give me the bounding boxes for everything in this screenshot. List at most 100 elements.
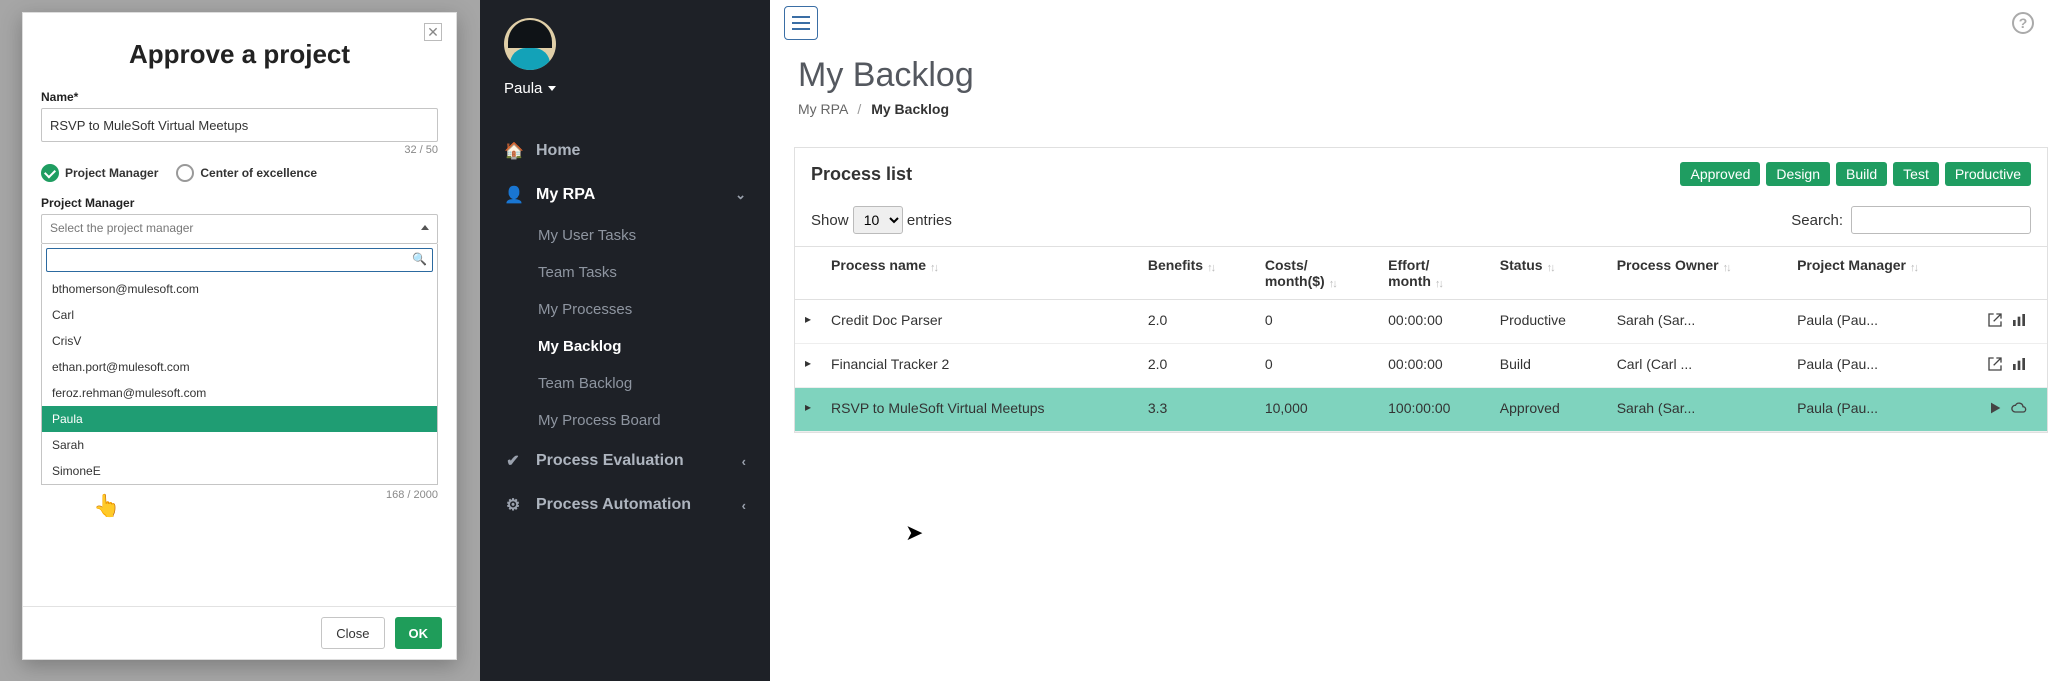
user-icon: 👤 xyxy=(504,185,522,205)
pm-placeholder: Select the project manager xyxy=(50,221,193,235)
sidebar-sub-item[interactable]: My Processes xyxy=(480,291,770,328)
help-icon[interactable]: ? xyxy=(2012,12,2034,34)
search-label: Search: xyxy=(1791,212,1843,229)
expand-icon[interactable]: ▸ xyxy=(795,344,821,388)
process-list-panel: Process list ApprovedDesignBuildTestProd… xyxy=(794,147,2048,433)
radio-coe-label: Center of excellence xyxy=(200,166,317,180)
sort-icon: ↑↓ xyxy=(1207,262,1214,274)
radio-project-manager[interactable]: Project Manager xyxy=(41,164,158,182)
cell-effort: 00:00:00 xyxy=(1378,344,1490,388)
topbar: ? xyxy=(770,0,2048,46)
status-badge[interactable]: Build xyxy=(1836,162,1887,186)
row-actions xyxy=(1977,388,2047,432)
sidebar-sub-item[interactable]: Team Tasks xyxy=(480,254,770,291)
row-actions xyxy=(1977,344,2047,388)
sidebar-sub-item[interactable]: My Process Board xyxy=(480,402,770,439)
approve-project-modal: ✕ Approve a project Name* 32 / 50 Projec… xyxy=(22,12,457,660)
cell-costs: 0 xyxy=(1255,344,1378,388)
expand-icon[interactable]: ▸ xyxy=(795,300,821,344)
table-row[interactable]: ▸Financial Tracker 22.0000:00:00BuildCar… xyxy=(795,344,2047,388)
cell-benefits: 3.3 xyxy=(1138,388,1255,432)
radio-empty-icon xyxy=(176,164,194,182)
entries-select[interactable]: 10 xyxy=(853,206,903,234)
pm-option[interactable]: Sarah xyxy=(42,432,437,458)
search-icon: 🔍 xyxy=(412,252,427,266)
sort-icon: ↑↓ xyxy=(1435,278,1442,290)
pm-dropdown: 🔍 bthomerson@mulesoft.comCarlCrisVethan.… xyxy=(41,244,438,485)
sidebar-item-label: My RPA xyxy=(536,186,595,204)
caret-up-icon xyxy=(421,225,429,230)
column-header[interactable]: Process name↑↓ xyxy=(821,247,1138,300)
cell-costs: 10,000 xyxy=(1255,388,1378,432)
name-char-counter: 32 / 50 xyxy=(41,144,438,156)
chart-icon[interactable] xyxy=(2011,356,2027,375)
sidebar-item-label: Home xyxy=(536,142,580,160)
column-header[interactable]: Benefits↑↓ xyxy=(1138,247,1255,300)
open-external-icon[interactable] xyxy=(1987,312,2003,331)
pm-dropdown-search[interactable] xyxy=(46,248,433,272)
pm-option[interactable]: ethan.port@mulesoft.com xyxy=(42,354,437,380)
cell-status: Approved xyxy=(1490,388,1607,432)
main: ? My Backlog My RPA / My Backlog Process… xyxy=(770,0,2048,681)
cell-pm: Paula (Pau... xyxy=(1787,388,1977,432)
avatar[interactable] xyxy=(504,18,556,70)
user-menu[interactable]: Paula xyxy=(504,80,556,97)
status-badge[interactable]: Productive xyxy=(1945,162,2031,186)
open-external-icon[interactable] xyxy=(1987,356,2003,375)
pm-option[interactable]: SimoneE xyxy=(42,458,437,484)
check-icon xyxy=(41,164,59,182)
profile-block: Paula xyxy=(480,18,770,111)
cell-benefits: 2.0 xyxy=(1138,344,1255,388)
sort-icon: ↑↓ xyxy=(1910,262,1917,274)
sidebar-sub-item[interactable]: My User Tasks xyxy=(480,217,770,254)
column-header[interactable]: Process Owner↑↓ xyxy=(1607,247,1787,300)
sidebar-item[interactable]: 👤My RPA⌄ xyxy=(480,173,770,217)
sidebar-nav: 🏠Home👤My RPA⌄My User TasksTeam TasksMy P… xyxy=(480,129,770,527)
pm-option[interactable]: Carl xyxy=(42,302,437,328)
crumb-root[interactable]: My RPA xyxy=(798,101,848,117)
radio-center-of-excellence[interactable]: Center of excellence xyxy=(176,164,317,182)
pm-label: Project Manager xyxy=(41,196,438,210)
home-icon: 🏠 xyxy=(504,141,522,161)
sidebar-sub-item[interactable]: My Backlog xyxy=(480,328,770,365)
ok-button[interactable]: OK xyxy=(395,617,443,649)
name-field[interactable] xyxy=(41,108,438,142)
table-row[interactable]: ▸RSVP to MuleSoft Virtual Meetups3.310,0… xyxy=(795,388,2047,432)
cell-owner: Sarah (Sar... xyxy=(1607,300,1787,344)
cell-name: RSVP to MuleSoft Virtual Meetups xyxy=(821,388,1138,432)
column-header[interactable]: Costs/month($)↑↓ xyxy=(1255,247,1378,300)
chart-icon[interactable] xyxy=(2011,312,2027,331)
close-button[interactable]: Close xyxy=(321,617,384,649)
search-input[interactable] xyxy=(1851,206,2031,234)
pm-option[interactable]: bthomerson@mulesoft.com xyxy=(42,276,437,302)
play-icon[interactable] xyxy=(1987,400,2003,419)
pm-select[interactable]: Select the project manager xyxy=(41,214,438,244)
menu-toggle-button[interactable] xyxy=(784,6,818,40)
cell-owner: Carl (Carl ... xyxy=(1607,344,1787,388)
sort-icon: ↑↓ xyxy=(1547,262,1554,274)
pm-option[interactable]: feroz.rehman@mulesoft.com xyxy=(42,380,437,406)
sidebar-sub-item[interactable]: Team Backlog xyxy=(480,365,770,402)
table-row[interactable]: ▸Credit Doc Parser2.0000:00:00Productive… xyxy=(795,300,2047,344)
pm-option[interactable]: CrisV xyxy=(42,328,437,354)
cell-benefits: 2.0 xyxy=(1138,300,1255,344)
panel-title: Process list xyxy=(811,164,912,185)
sidebar-item-label: Process Automation xyxy=(536,496,691,514)
expand-icon[interactable]: ▸ xyxy=(795,388,821,432)
status-badge[interactable]: Test xyxy=(1893,162,1939,186)
column-header[interactable]: Effort/month↑↓ xyxy=(1378,247,1490,300)
status-badge[interactable]: Approved xyxy=(1680,162,1760,186)
close-icon[interactable]: ✕ xyxy=(424,23,442,41)
status-badge[interactable]: Design xyxy=(1766,162,1830,186)
modal-title: Approve a project xyxy=(23,13,456,90)
pm-option[interactable]: Paula xyxy=(42,406,437,432)
sidebar-item[interactable]: ⚙Process Automation‹ xyxy=(480,483,770,527)
sidebar-item[interactable]: ✔Process Evaluation‹ xyxy=(480,439,770,483)
show-post-label: entries xyxy=(907,212,952,229)
column-header[interactable]: Project Manager↑↓ xyxy=(1787,247,1977,300)
row-actions xyxy=(1977,300,2047,344)
cloud-icon[interactable] xyxy=(2011,400,2027,419)
column-header[interactable]: Status↑↓ xyxy=(1490,247,1607,300)
sort-icon: ↑↓ xyxy=(1723,262,1730,274)
sidebar-item[interactable]: 🏠 Home xyxy=(480,129,770,173)
